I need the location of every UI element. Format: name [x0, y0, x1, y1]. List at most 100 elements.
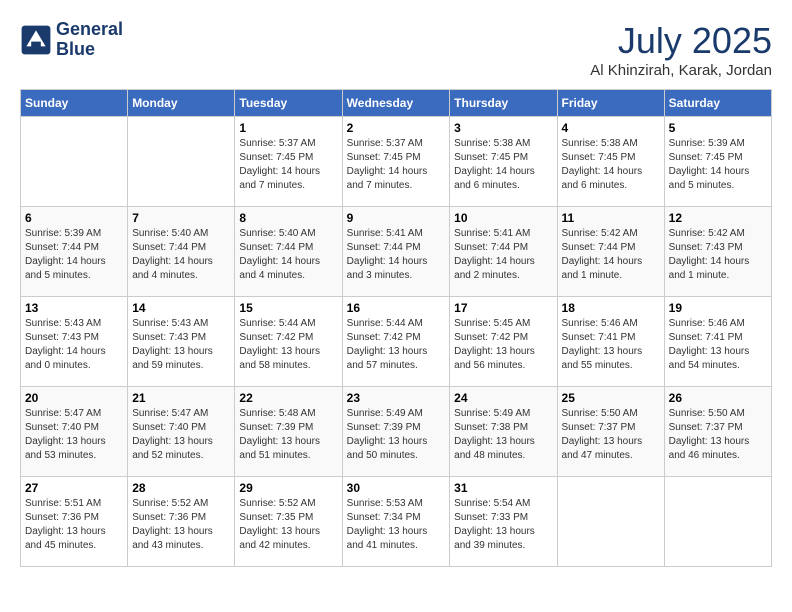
- day-info: Sunrise: 5:45 AM Sunset: 7:42 PM Dayligh…: [454, 317, 552, 373]
- logo-icon: [20, 24, 52, 56]
- day-info: Sunrise: 5:54 AM Sunset: 7:33 PM Dayligh…: [454, 497, 552, 553]
- day-number: 20: [25, 391, 123, 405]
- day-info: Sunrise: 5:52 AM Sunset: 7:36 PM Dayligh…: [132, 497, 230, 553]
- calendar-cell: 3 Sunrise: 5:38 AM Sunset: 7:45 PM Daylig…: [450, 117, 557, 207]
- day-number: 11: [562, 211, 660, 225]
- day-number: 8: [239, 211, 337, 225]
- day-info: Sunrise: 5:41 AM Sunset: 7:44 PM Dayligh…: [347, 227, 446, 283]
- calendar-cell: [664, 477, 771, 567]
- calendar-cell: 14 Sunrise: 5:43 AM Sunset: 7:43 PM Dayli…: [128, 297, 235, 387]
- day-info: Sunrise: 5:39 AM Sunset: 7:45 PM Dayligh…: [669, 137, 767, 193]
- week-row-5: 27Sunrise: 5:51 AM Sunset: 7:36 PM Dayli…: [21, 477, 772, 567]
- page-header: General Blue July 2025 Al Khinzirah, Kar…: [20, 20, 772, 79]
- calendar-cell: 9 Sunrise: 5:41 AM Sunset: 7:44 PM Daylig…: [342, 207, 450, 297]
- day-info: Sunrise: 5:47 AM Sunset: 7:40 PM Dayligh…: [132, 407, 230, 463]
- calendar-cell: 2 Sunrise: 5:37 AM Sunset: 7:45 PM Daylig…: [342, 117, 450, 207]
- weekday-header-monday: Monday: [128, 90, 235, 117]
- calendar-table: SundayMondayTuesdayWednesdayThursdayFrid…: [20, 89, 772, 567]
- day-info: Sunrise: 5:46 AM Sunset: 7:41 PM Dayligh…: [562, 317, 660, 373]
- day-number: 21: [132, 391, 230, 405]
- day-info: Sunrise: 5:42 AM Sunset: 7:43 PM Dayligh…: [669, 227, 767, 283]
- day-info: Sunrise: 5:44 AM Sunset: 7:42 PM Dayligh…: [347, 317, 446, 373]
- calendar-cell: 1 Sunrise: 5:37 AM Sunset: 7:45 PM Daylig…: [235, 117, 342, 207]
- logo-text: General Blue: [56, 20, 123, 60]
- calendar-cell: 29 Sunrise: 5:52 AM Sunset: 7:35 PM Dayli…: [235, 477, 342, 567]
- day-info: Sunrise: 5:39 AM Sunset: 7:44 PM Dayligh…: [25, 227, 123, 283]
- day-info: Sunrise: 5:48 AM Sunset: 7:39 PM Dayligh…: [239, 407, 337, 463]
- week-row-1: 1 Sunrise: 5:37 AM Sunset: 7:45 PM Daylig…: [21, 117, 772, 207]
- day-info: Sunrise: 5:43 AM Sunset: 7:43 PM Dayligh…: [132, 317, 230, 373]
- day-info: Sunrise: 5:49 AM Sunset: 7:38 PM Dayligh…: [454, 407, 552, 463]
- day-info: Sunrise: 5:49 AM Sunset: 7:39 PM Dayligh…: [347, 407, 446, 463]
- day-number: 14: [132, 301, 230, 315]
- week-row-4: 20 Sunrise: 5:47 AM Sunset: 7:40 PM Dayli…: [21, 387, 772, 477]
- day-info: Sunrise: 5:43 AM Sunset: 7:43 PM Dayligh…: [25, 317, 123, 373]
- day-number: 4: [562, 121, 660, 135]
- day-info: Sunrise: 5:38 AM Sunset: 7:45 PM Dayligh…: [562, 137, 660, 193]
- week-row-3: 13 Sunrise: 5:43 AM Sunset: 7:43 PM Dayli…: [21, 297, 772, 387]
- weekday-header-row: SundayMondayTuesdayWednesdayThursdayFrid…: [21, 90, 772, 117]
- day-info: Sunrise: 5:44 AM Sunset: 7:42 PM Dayligh…: [239, 317, 337, 373]
- location: Al Khinzirah, Karak, Jordan: [590, 62, 772, 79]
- day-number: 13: [25, 301, 123, 315]
- day-number: 28: [132, 481, 230, 495]
- day-number: 22: [239, 391, 337, 405]
- day-info: Sunrise: 5:46 AM Sunset: 7:41 PM Dayligh…: [669, 317, 767, 373]
- calendar-cell: 17 Sunrise: 5:45 AM Sunset: 7:42 PM Dayli…: [450, 297, 557, 387]
- calendar-cell: 22 Sunrise: 5:48 AM Sunset: 7:39 PM Dayli…: [235, 387, 342, 477]
- calendar-cell: 21 Sunrise: 5:47 AM Sunset: 7:40 PM Dayli…: [128, 387, 235, 477]
- day-number: 29: [239, 481, 337, 495]
- day-info: Sunrise: 5:47 AM Sunset: 7:40 PM Dayligh…: [25, 407, 123, 463]
- day-info: Sunrise: 5:51 AM Sunset: 7:36 PM Dayligh…: [25, 497, 123, 553]
- day-info: Sunrise: 5:40 AM Sunset: 7:44 PM Dayligh…: [132, 227, 230, 283]
- calendar-cell: [557, 477, 664, 567]
- month-title: July 2025: [590, 20, 772, 62]
- day-number: 9: [347, 211, 446, 225]
- day-info: Sunrise: 5:50 AM Sunset: 7:37 PM Dayligh…: [669, 407, 767, 463]
- weekday-header-thursday: Thursday: [450, 90, 557, 117]
- calendar-cell: 12Sunrise: 5:42 AM Sunset: 7:43 PM Dayli…: [664, 207, 771, 297]
- calendar-cell: [128, 117, 235, 207]
- day-number: 24: [454, 391, 552, 405]
- calendar-cell: 4 Sunrise: 5:38 AM Sunset: 7:45 PM Daylig…: [557, 117, 664, 207]
- calendar-cell: 10 Sunrise: 5:41 AM Sunset: 7:44 PM Dayli…: [450, 207, 557, 297]
- day-number: 30: [347, 481, 446, 495]
- calendar-cell: 23 Sunrise: 5:49 AM Sunset: 7:39 PM Dayli…: [342, 387, 450, 477]
- day-number: 17: [454, 301, 552, 315]
- day-number: 6: [25, 211, 123, 225]
- day-info: Sunrise: 5:52 AM Sunset: 7:35 PM Dayligh…: [239, 497, 337, 553]
- calendar-cell: 19 Sunrise: 5:46 AM Sunset: 7:41 PM Dayli…: [664, 297, 771, 387]
- day-info: Sunrise: 5:50 AM Sunset: 7:37 PM Dayligh…: [562, 407, 660, 463]
- day-number: 23: [347, 391, 446, 405]
- week-row-2: 6 Sunrise: 5:39 AM Sunset: 7:44 PM Daylig…: [21, 207, 772, 297]
- calendar-cell: 7 Sunrise: 5:40 AM Sunset: 7:44 PM Daylig…: [128, 207, 235, 297]
- day-info: Sunrise: 5:53 AM Sunset: 7:34 PM Dayligh…: [347, 497, 446, 553]
- day-number: 26: [669, 391, 767, 405]
- calendar-cell: 30 Sunrise: 5:53 AM Sunset: 7:34 PM Dayli…: [342, 477, 450, 567]
- day-number: 15: [239, 301, 337, 315]
- weekday-header-saturday: Saturday: [664, 90, 771, 117]
- calendar-cell: 20 Sunrise: 5:47 AM Sunset: 7:40 PM Dayli…: [21, 387, 128, 477]
- calendar-cell: 27Sunrise: 5:51 AM Sunset: 7:36 PM Dayli…: [21, 477, 128, 567]
- day-number: 5: [669, 121, 767, 135]
- weekday-header-sunday: Sunday: [21, 90, 128, 117]
- day-info: Sunrise: 5:37 AM Sunset: 7:45 PM Dayligh…: [239, 137, 337, 193]
- day-info: Sunrise: 5:38 AM Sunset: 7:45 PM Dayligh…: [454, 137, 552, 193]
- day-number: 7: [132, 211, 230, 225]
- day-number: 19: [669, 301, 767, 315]
- calendar-cell: 28 Sunrise: 5:52 AM Sunset: 7:36 PM Dayli…: [128, 477, 235, 567]
- day-number: 2: [347, 121, 446, 135]
- weekday-header-friday: Friday: [557, 90, 664, 117]
- day-number: 10: [454, 211, 552, 225]
- day-info: Sunrise: 5:40 AM Sunset: 7:44 PM Dayligh…: [239, 227, 337, 283]
- calendar-cell: 15 Sunrise: 5:44 AM Sunset: 7:42 PM Dayli…: [235, 297, 342, 387]
- day-info: Sunrise: 5:41 AM Sunset: 7:44 PM Dayligh…: [454, 227, 552, 283]
- day-number: 18: [562, 301, 660, 315]
- calendar-cell: 16Sunrise: 5:44 AM Sunset: 7:42 PM Dayli…: [342, 297, 450, 387]
- day-info: Sunrise: 5:37 AM Sunset: 7:45 PM Dayligh…: [347, 137, 446, 193]
- logo: General Blue: [20, 20, 123, 60]
- day-number: 3: [454, 121, 552, 135]
- day-number: 25: [562, 391, 660, 405]
- calendar-cell: 11Sunrise: 5:42 AM Sunset: 7:44 PM Dayli…: [557, 207, 664, 297]
- day-number: 1: [239, 121, 337, 135]
